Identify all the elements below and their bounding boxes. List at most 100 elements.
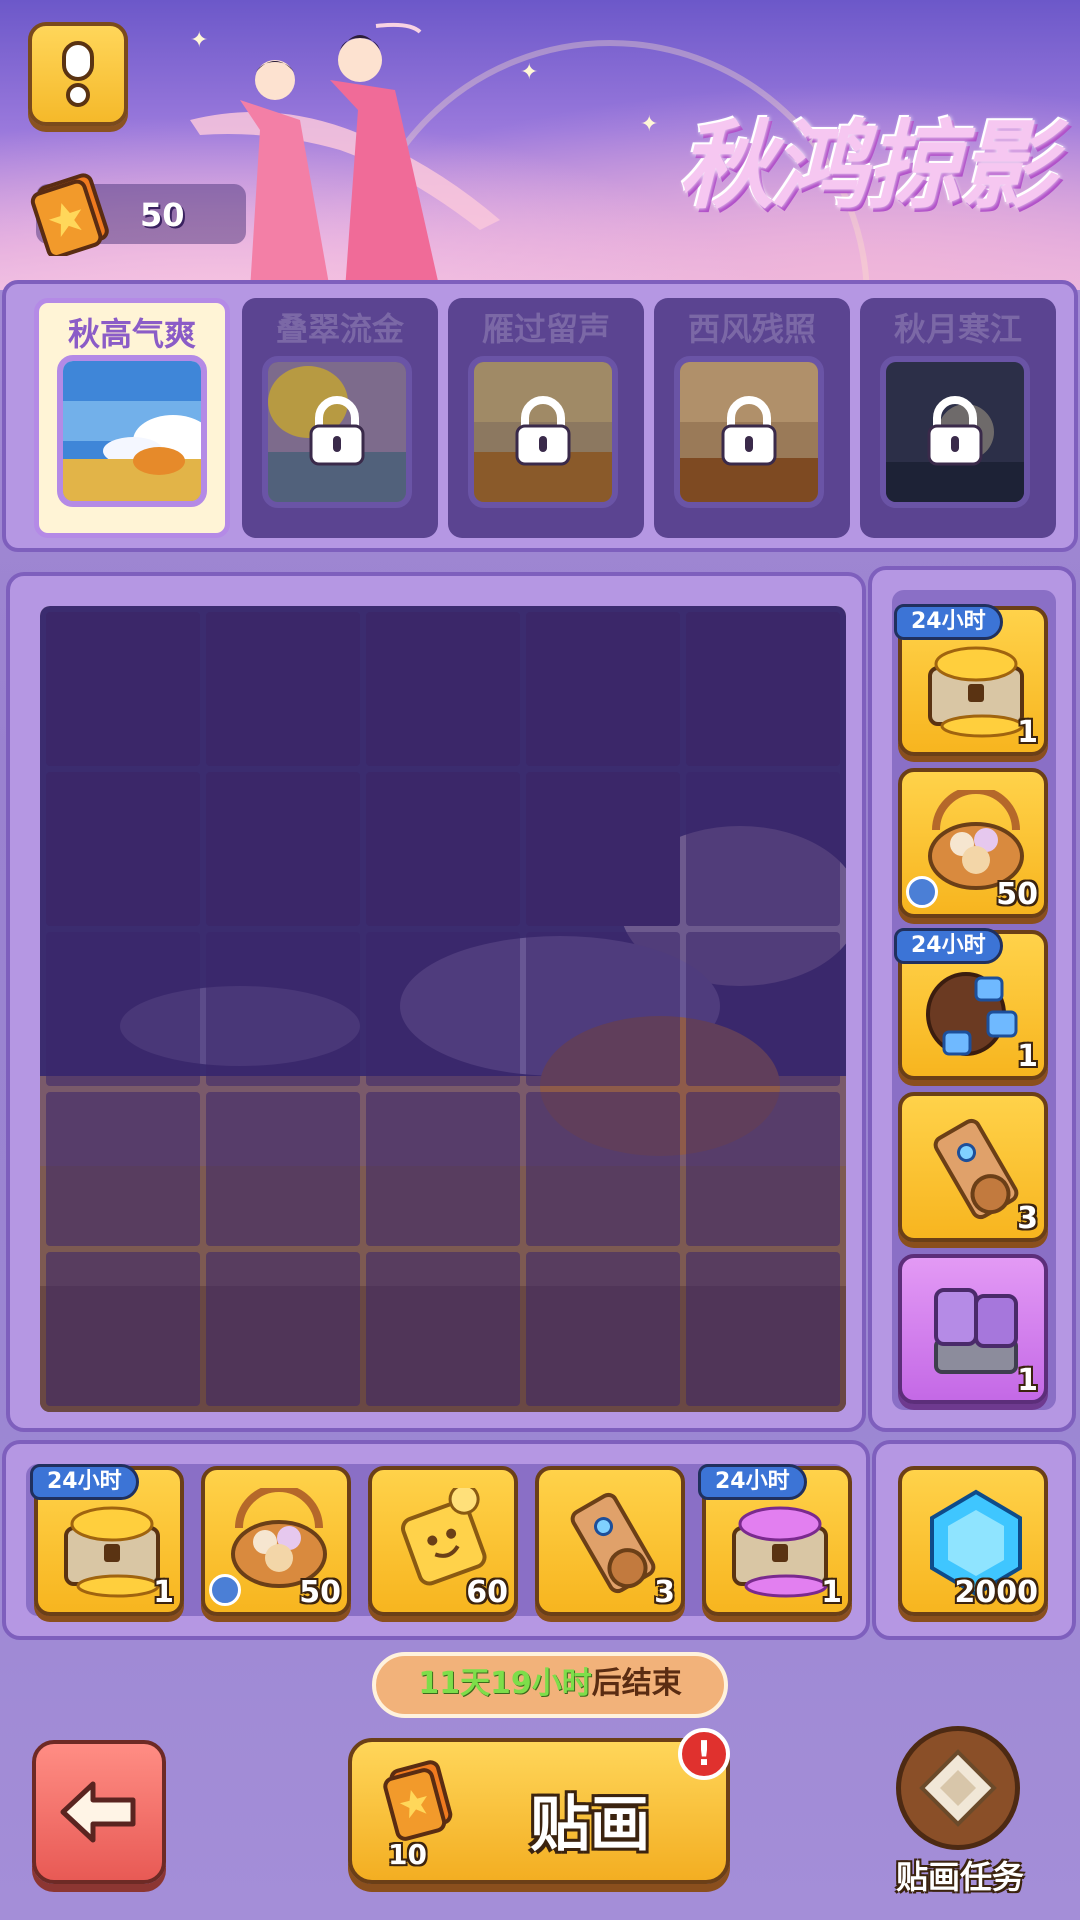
stage-thumbnail [674, 356, 824, 508]
stage-thumbnail [880, 356, 1030, 508]
puzzle-cell[interactable] [46, 612, 200, 766]
puzzle-cell[interactable] [686, 1252, 840, 1406]
puzzle-cell[interactable] [366, 612, 520, 766]
column-reward-3[interactable]: 60 [368, 1466, 518, 1616]
stage-label: 雁过留声 [481, 310, 610, 348]
reward-quantity: 1 [1017, 1039, 1038, 1074]
puzzle-cell[interactable] [46, 1092, 200, 1246]
info-button[interactable] [28, 22, 128, 126]
reward-quantity: 3 [654, 1575, 675, 1610]
puzzle-grid [46, 612, 840, 1406]
row-reward-1[interactable]: 24小时 1 [894, 604, 1048, 756]
column-reward-5[interactable]: 24小时 1 [698, 1464, 852, 1616]
puzzle-cell[interactable] [206, 1092, 360, 1246]
gold-chest-icon [64, 1506, 160, 1598]
puzzle-cell[interactable] [526, 932, 680, 1086]
puzzle-cell[interactable] [526, 772, 680, 926]
task-diamond-icon [919, 1749, 997, 1827]
duration-tag: 24小时 [894, 928, 1003, 964]
gold-chest-icon [928, 646, 1024, 738]
column-reward-1[interactable]: 24小时 1 [30, 1464, 184, 1616]
couple-illustration [190, 22, 500, 290]
reward-quantity: 1 [153, 1575, 174, 1610]
stage-label: 西风残照 [687, 310, 816, 348]
puzzle-cell[interactable] [46, 772, 200, 926]
puzzle-cell[interactable] [46, 1252, 200, 1406]
sparkle-icon: ✦ [640, 112, 659, 137]
alert-badge: ! [678, 1728, 730, 1780]
info-icon [62, 41, 94, 107]
row-reward-4[interactable]: 3 [898, 1092, 1048, 1242]
column-reward-4[interactable]: 3 [535, 1466, 685, 1616]
card-count: 50 [140, 196, 185, 234]
puzzle-cell[interactable] [526, 612, 680, 766]
puzzle-cell[interactable] [686, 772, 840, 926]
puzzle-cell[interactable] [526, 1252, 680, 1406]
paste-label: 贴画 [530, 1790, 650, 1860]
paste-task-button[interactable] [896, 1726, 1020, 1850]
gem-bag-icon [926, 972, 1018, 1056]
stage-tab-2[interactable]: 叠翠流金 [242, 298, 438, 538]
lock-icon [309, 396, 365, 466]
sticker-card-icon [383, 1760, 453, 1841]
puzzle-frame [40, 606, 846, 1412]
puzzle-board [6, 572, 866, 1432]
puzzle-cell[interactable] [686, 932, 840, 1086]
reward-quantity: 50 [299, 1575, 341, 1610]
reward-quantity: 50 [996, 877, 1038, 912]
puzzle-cell[interactable] [366, 1252, 520, 1406]
stage-selector: 秋高气爽 叠翠流金 雁过留声 西风残照 秋月寒江 [2, 280, 1078, 552]
lock-icon [721, 396, 777, 466]
stage-tab-4[interactable]: 西风残照 [654, 298, 850, 538]
column-reward-2[interactable]: 50 [201, 1466, 351, 1616]
puzzle-cell[interactable] [366, 1092, 520, 1246]
timed-clock-icon [209, 1574, 241, 1606]
event-timer: 11天19小时后结束 [372, 1652, 728, 1718]
stage-thumbnail [468, 356, 618, 508]
timer-suffix: 后结束 [591, 1666, 682, 1701]
stage-tab-3[interactable]: 雁过留声 [448, 298, 644, 538]
paste-cost: 10 [388, 1838, 427, 1871]
puzzle-cell[interactable] [686, 1092, 840, 1246]
paste-task-label: 贴画任务 [895, 1858, 1024, 1896]
puzzle-cell[interactable] [206, 932, 360, 1086]
puzzle-cell[interactable] [206, 1252, 360, 1406]
puzzle-cell[interactable] [366, 772, 520, 926]
puzzle-cell[interactable] [206, 612, 360, 766]
stage-thumbnail [262, 356, 412, 508]
reward-quantity: 1 [1017, 715, 1038, 750]
event-title: 秋鸿掠影 [678, 110, 1056, 222]
puzzle-cell[interactable] [686, 612, 840, 766]
puzzle-cell[interactable] [46, 932, 200, 1086]
stage-label: 秋月寒江 [893, 310, 1022, 348]
paste-button[interactable]: 10 贴画 ! [348, 1728, 730, 1884]
purple-crystal-icon [934, 1288, 1018, 1374]
time-remaining: 11天19小时 [418, 1666, 592, 1701]
reward-quantity: 1 [1017, 1363, 1038, 1398]
row-reward-2[interactable]: 50 [898, 768, 1048, 918]
reward-quantity: 3 [1017, 1201, 1038, 1236]
stage-label: 秋高气爽 [67, 315, 196, 353]
sticker-card-icon [30, 173, 109, 256]
scroll-icon [933, 1118, 1019, 1220]
grand-reward[interactable]: 2000 [898, 1466, 1048, 1616]
stage-tab-1[interactable]: 秋高气爽 [34, 298, 230, 538]
scroll-icon [570, 1492, 656, 1594]
duration-tag: 24小时 [894, 604, 1003, 640]
event-banner: ✦ ✦ ✦ 秋鸿掠影 [0, 0, 1080, 290]
lock-icon [927, 396, 983, 466]
puzzle-cell[interactable] [366, 932, 520, 1086]
lock-icon [515, 396, 571, 466]
duration-tag: 24小时 [30, 1464, 139, 1500]
stage-tab-5[interactable]: 秋月寒江 [860, 298, 1056, 538]
reward-quantity: 2000 [954, 1575, 1039, 1610]
purple-gem-chest-icon [732, 1506, 828, 1598]
stage-label: 叠翠流金 [275, 310, 404, 348]
row-reward-5[interactable]: 1 [898, 1254, 1048, 1404]
back-button[interactable] [32, 1740, 166, 1884]
duration-tag: 24小时 [698, 1464, 807, 1500]
puzzle-cell[interactable] [526, 1092, 680, 1246]
stage-thumbnail [57, 355, 207, 507]
row-reward-3[interactable]: 24小时 1 [894, 928, 1048, 1080]
puzzle-cell[interactable] [206, 772, 360, 926]
